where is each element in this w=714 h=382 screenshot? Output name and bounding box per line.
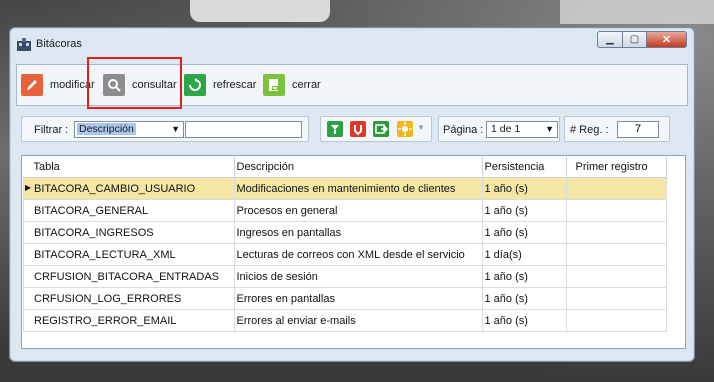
- table-row[interactable]: ▶ BITACORA_CAMBIO_USUARIO Modificaciones e…: [23, 177, 667, 200]
- cell-primer-registro[interactable]: [565, 265, 667, 288]
- table-row[interactable]: BITACORA_GENERAL Procesos en general 1 año…: [23, 199, 667, 222]
- filter-label: Filtrar :: [34, 124, 69, 136]
- window-title: Bitácoras: [36, 38, 82, 50]
- cell-tabla[interactable]: BITACORA_INGRESOS: [23, 221, 235, 244]
- clear-filter-icon[interactable]: [350, 121, 366, 137]
- filter-text-input[interactable]: [185, 121, 302, 138]
- cell-tabla[interactable]: BITACORA_LECTURA_XML: [23, 243, 235, 266]
- page-select[interactable]: 1 de 1 ▼: [486, 121, 558, 138]
- table-row[interactable]: REGISTRO_ERROR_EMAIL Errores al enviar e-…: [23, 309, 667, 332]
- cell-primer-registro[interactable]: [565, 243, 667, 266]
- options-chevron-icon[interactable]: ▼: [417, 123, 425, 132]
- annotation-highlight: [87, 57, 182, 109]
- row-indicator-icon: ▶: [25, 183, 32, 192]
- cell-persistencia[interactable]: 1 día(s): [481, 243, 567, 266]
- table-row[interactable]: CRFUSION_BITACORA_ENTRADAS Inicios de ses…: [23, 265, 667, 288]
- app-icon: [17, 38, 31, 51]
- cell-tabla[interactable]: BITACORA_GENERAL: [23, 199, 235, 222]
- filter-bar: Filtrar : Descripción ▼ ▼ Página : 1 de …: [21, 116, 685, 144]
- column-header-persistencia[interactable]: Persistencia: [482, 157, 567, 178]
- chevron-down-icon: ▼: [171, 124, 180, 134]
- maximize-button[interactable]: ▢: [623, 31, 647, 48]
- filter-group: Filtrar : Descripción ▼: [21, 116, 309, 142]
- record-count-group: # Reg. : 7: [564, 116, 670, 142]
- export-icon[interactable]: [373, 121, 389, 137]
- refrescar-button[interactable]: refrescar: [184, 73, 256, 97]
- apply-filter-icon[interactable]: [327, 121, 343, 137]
- maximize-icon: ▢: [629, 34, 640, 45]
- page-value: 1 de 1: [491, 123, 521, 135]
- pencil-icon: [21, 74, 43, 96]
- title-bar[interactable]: Bitácoras ▁ ▢ ✕: [10, 28, 694, 60]
- column-header-descripcion[interactable]: Descripción: [234, 157, 483, 178]
- cell-primer-registro[interactable]: [565, 177, 667, 200]
- minimize-button[interactable]: ▁: [597, 31, 623, 48]
- close-icon: ✕: [661, 34, 672, 46]
- cell-descripcion[interactable]: Modificaciones en mantenimiento de clien…: [233, 177, 483, 200]
- modificar-button[interactable]: modificar: [21, 73, 95, 97]
- reg-count-field[interactable]: 7: [617, 121, 659, 138]
- cerrar-button[interactable]: cerrar: [263, 73, 321, 97]
- background-window-fragment: [190, 0, 330, 22]
- cell-descripcion[interactable]: Procesos en general: [233, 199, 483, 222]
- cell-persistencia[interactable]: 1 año (s): [481, 199, 567, 222]
- cell-descripcion[interactable]: Errores en pantallas: [233, 287, 483, 310]
- cell-descripcion[interactable]: Lecturas de correos con XML desde el ser…: [233, 243, 483, 266]
- cell-tabla[interactable]: CRFUSION_BITACORA_ENTRADAS: [23, 265, 235, 288]
- background-window-fragment: [560, 0, 714, 24]
- reg-label: # Reg. :: [570, 124, 609, 136]
- cell-tabla-text: BITACORA_CAMBIO_USUARIO: [34, 182, 196, 195]
- filter-field-value: Descripción: [77, 123, 136, 135]
- filter-tools-group: ▼: [320, 116, 432, 142]
- chevron-down-icon: ▼: [545, 124, 554, 134]
- cell-descripcion[interactable]: Ingresos en pantallas: [233, 221, 483, 244]
- bitacoras-window: Bitácoras ▁ ▢ ✕ modificar consultar refr…: [9, 27, 695, 362]
- close-document-icon: [263, 74, 285, 96]
- cell-persistencia[interactable]: 1 año (s): [481, 265, 567, 288]
- cell-descripcion[interactable]: Errores al enviar e-mails: [233, 309, 483, 332]
- page-label: Página :: [443, 124, 484, 136]
- refrescar-label: refrescar: [213, 79, 257, 91]
- cell-persistencia[interactable]: 1 año (s): [481, 309, 567, 332]
- refresh-icon: [184, 74, 206, 96]
- cell-primer-registro[interactable]: [565, 309, 667, 332]
- cell-primer-registro[interactable]: [565, 199, 667, 222]
- cell-tabla[interactable]: CRFUSION_LOG_ERRORES: [23, 287, 235, 310]
- cell-persistencia[interactable]: 1 año (s): [481, 287, 567, 310]
- cell-tabla[interactable]: ▶ BITACORA_CAMBIO_USUARIO: [23, 177, 235, 200]
- grid-header-row: Tabla Descripción Persistencia Primer re…: [23, 157, 667, 178]
- table-row[interactable]: BITACORA_INGRESOS Ingresos en pantallas 1 …: [23, 221, 667, 244]
- cell-persistencia[interactable]: 1 año (s): [481, 177, 567, 200]
- pagination-group: Página : 1 de 1 ▼: [438, 116, 560, 142]
- column-header-tabla[interactable]: Tabla: [23, 157, 235, 178]
- cerrar-label: cerrar: [292, 79, 321, 91]
- cell-tabla[interactable]: REGISTRO_ERROR_EMAIL: [23, 309, 235, 332]
- cell-descripcion[interactable]: Inicios de sesión: [233, 265, 483, 288]
- column-header-primer-registro[interactable]: Primer registro: [566, 157, 667, 178]
- table-row[interactable]: BITACORA_LECTURA_XML Lecturas de correos …: [23, 243, 667, 266]
- minimize-icon: ▁: [606, 34, 614, 45]
- cell-persistencia[interactable]: 1 año (s): [481, 221, 567, 244]
- options-icon[interactable]: [397, 121, 413, 137]
- data-grid: Tabla Descripción Persistencia Primer re…: [21, 155, 686, 349]
- window-controls: ▁ ▢ ✕: [597, 31, 687, 48]
- table-row[interactable]: CRFUSION_LOG_ERRORES Errores en pantallas…: [23, 287, 667, 310]
- grid-table: Tabla Descripción Persistencia Primer re…: [23, 157, 667, 332]
- filter-field-select[interactable]: Descripción ▼: [74, 121, 184, 138]
- cell-primer-registro[interactable]: [565, 221, 667, 244]
- cell-primer-registro[interactable]: [565, 287, 667, 310]
- close-button[interactable]: ✕: [647, 31, 687, 48]
